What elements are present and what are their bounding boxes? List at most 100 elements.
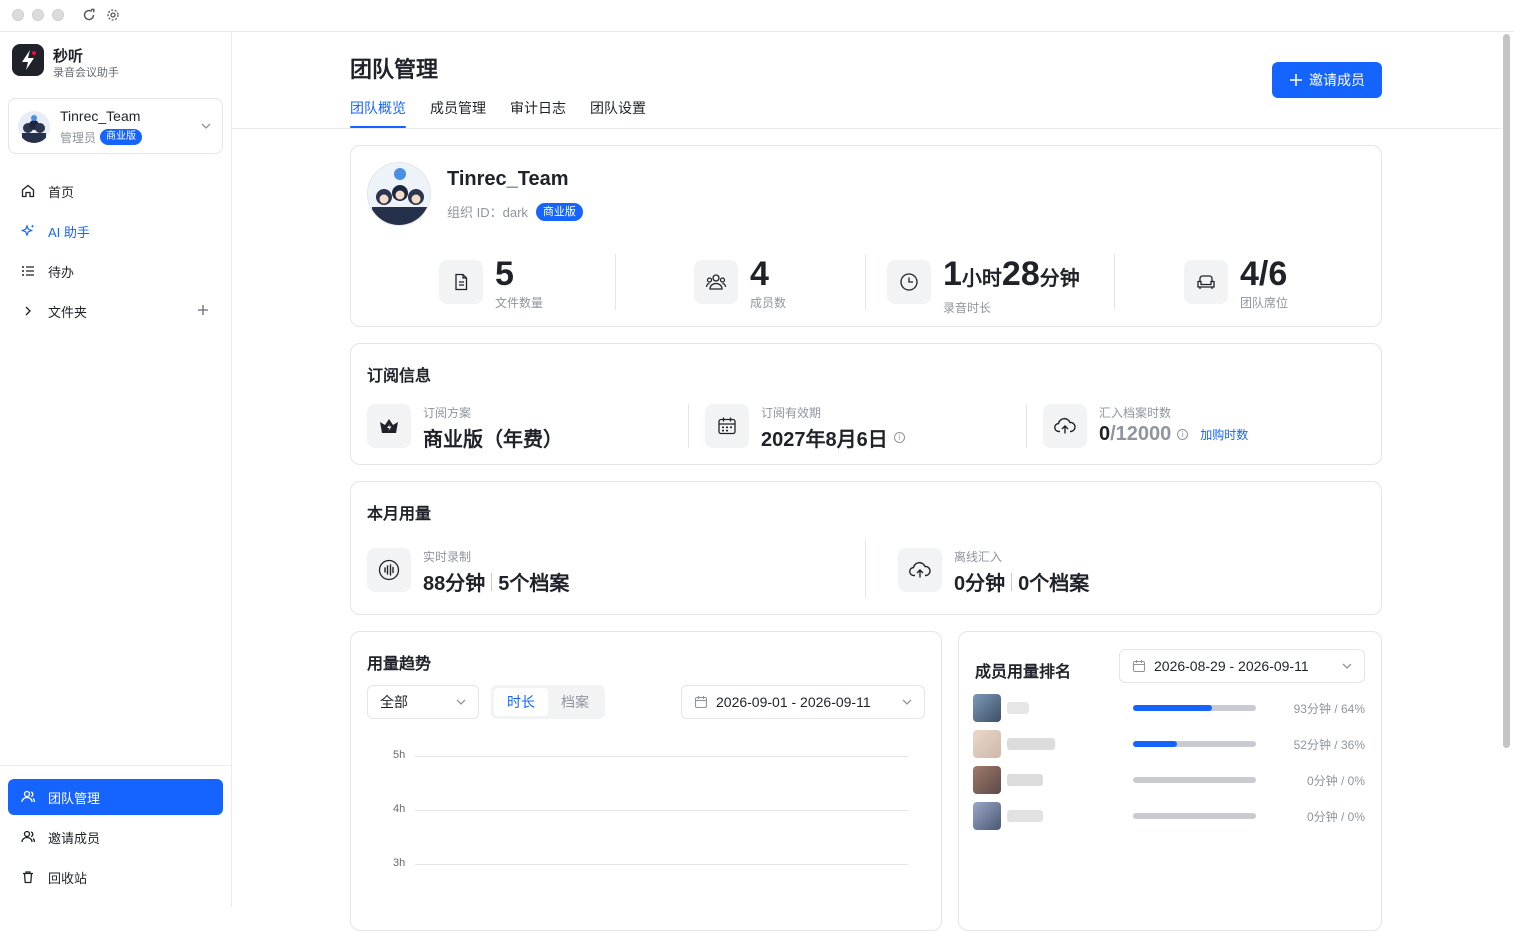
trend-date-range-picker[interactable]: 2026-09-01 - 2026-09-11 [681, 685, 925, 719]
invite-icon [20, 829, 36, 845]
trend-metric-toggle: 时长 档案 [491, 685, 605, 719]
subscription-import-hours: 汇入档案时数 0/12000 i 加购时数 [1043, 404, 1248, 448]
ranking-row: 0分钟 / 0% [973, 766, 1365, 794]
add-folder-icon[interactable] [197, 304, 209, 319]
cloud-upload-icon [1043, 404, 1087, 448]
stat-value: 1小时28分钟 [943, 254, 1080, 299]
plan-badge: 商业版 [100, 129, 142, 145]
tab-audit-log[interactable]: 审计日志 [510, 98, 566, 128]
ranking-row: 0分钟 / 0% [973, 802, 1365, 830]
subscription-expiry: 订阅有效期 2027年8月6日 i [705, 404, 905, 452]
app-name: 秒听 [53, 48, 84, 65]
sidebar-item-invite-members[interactable]: 邀请成员 [8, 819, 223, 855]
chevron-right-icon[interactable] [20, 303, 36, 319]
main-content: 团队管理 邀请成员 团队概览 成员管理 审计日志 团队设置 Tinrec_Tea… [232, 32, 1502, 931]
usage-bar-fill [1133, 741, 1178, 747]
offline-files: 0个档案 [1018, 573, 1090, 595]
import-used: 0 [1099, 423, 1111, 445]
org-id-value: dark [502, 205, 528, 220]
sidebar-item-folders[interactable]: 文件夹 [8, 293, 223, 329]
date-range-value: 2026-08-29 - 2026-09-11 [1154, 658, 1309, 674]
team-avatar [18, 111, 50, 143]
usage-offline-import: 离线汇入 0分钟 0个档案 [898, 548, 1089, 596]
sparkle-icon [20, 223, 36, 239]
trend-title: 用量趋势 [367, 656, 432, 673]
section-divider [1026, 404, 1027, 448]
tab-members[interactable]: 成员管理 [430, 98, 486, 128]
stat-label: 录音时长 [943, 301, 992, 315]
ranking-title: 成员用量排名 [975, 664, 1072, 681]
subscription-title: 订阅信息 [367, 368, 432, 385]
stat-value: 4 [750, 255, 769, 293]
window-minimize-button[interactable] [32, 9, 44, 21]
member-ranking-card: 成员用量排名 2026-08-29 - 2026-09-11 93分钟 / 64… [958, 631, 1382, 931]
member-avatar [973, 766, 1001, 794]
stat-seats: 4/6 团队席位 [1184, 254, 1288, 311]
chevron-down-icon [456, 699, 466, 705]
sidebar-item-trash[interactable]: 回收站 [8, 859, 223, 895]
usage-value: 0分钟 / 0% [1306, 773, 1365, 788]
info-icon[interactable]: i [1177, 429, 1189, 440]
team-icon [20, 789, 36, 805]
member-avatar [973, 730, 1001, 758]
sidebar-item-ai-assistant[interactable]: AI 助手 [8, 213, 223, 249]
usage-value: 93分钟 / 64% [1293, 701, 1365, 716]
sidebar-item-label: 邀请成员 [48, 830, 101, 846]
main-scrollbar[interactable] [1503, 34, 1510, 748]
import-label: 汇入档案时数 [1099, 406, 1172, 420]
plan-badge: 商业版 [535, 202, 583, 221]
list-icon [20, 263, 36, 279]
filter-value: 全部 [380, 694, 408, 710]
trend-filter-select[interactable]: 全部 [367, 685, 479, 719]
sidebar-item-label: 文件夹 [48, 304, 88, 320]
invite-member-button[interactable]: 邀请成员 [1272, 62, 1382, 98]
toggle-duration[interactable]: 时长 [494, 688, 548, 716]
clock-icon [887, 260, 931, 304]
chevron-down-icon [201, 123, 211, 129]
y-tick-label: 5h [393, 749, 406, 761]
crown-icon [367, 404, 411, 448]
sidebar-item-todo[interactable]: 待办 [8, 253, 223, 289]
tab-bar: 团队概览 成员管理 审计日志 团队设置 [350, 98, 670, 128]
member-avatar [973, 694, 1001, 722]
sidebar-item-label: 待办 [48, 264, 75, 280]
sidebar-item-team-management[interactable]: 团队管理 [8, 779, 223, 815]
ranking-date-range-picker[interactable]: 2026-08-29 - 2026-09-11 [1119, 649, 1365, 683]
calendar-icon [705, 404, 749, 448]
sidebar-item-home[interactable]: 首页 [8, 173, 223, 209]
toggle-files[interactable]: 档案 [548, 688, 602, 716]
ranking-row: 93分钟 / 64% [973, 694, 1365, 722]
stat-divider [615, 254, 616, 310]
expiry-label: 订阅有效期 [761, 406, 822, 420]
y-tick-label: 4h [393, 803, 406, 815]
member-name-blurred [1007, 810, 1043, 822]
tab-settings[interactable]: 团队设置 [590, 98, 646, 128]
stat-label: 成员数 [750, 296, 787, 310]
plan-value: 商业版（年费） [423, 429, 563, 451]
usage-bar-fill [1133, 705, 1212, 711]
sofa-icon [1184, 260, 1228, 304]
app-subtitle: 录音会议助手 [53, 67, 119, 79]
tab-overview[interactable]: 团队概览 [350, 98, 406, 128]
info-icon[interactable]: i [893, 432, 905, 443]
expiry-value: 2027年8月6日 [761, 429, 888, 451]
lightning-icon [22, 50, 36, 70]
app-logo [12, 44, 44, 76]
stat-value: 5 [495, 255, 514, 293]
stat-divider [865, 254, 866, 310]
usage-bar [1133, 813, 1256, 819]
refresh-icon[interactable] [82, 8, 96, 22]
window-close-button[interactable] [12, 9, 24, 21]
team-switcher[interactable]: Tinrec_Team 管理员 商业版 [8, 98, 223, 154]
buy-hours-link[interactable]: 加购时数 [1200, 426, 1248, 443]
stat-members: 4 成员数 [694, 254, 786, 311]
org-avatar [367, 162, 431, 226]
stat-divider [1114, 254, 1115, 310]
monthly-usage-card: 本月用量 实时录制 88分钟 5个档案 离线汇入 0分钟 0个档案 [350, 481, 1382, 615]
sidebar-item-label: 回收站 [48, 870, 88, 886]
window-zoom-button[interactable] [52, 9, 64, 21]
settings-gear-icon[interactable] [106, 8, 120, 22]
stat-files: 5 文件数量 [439, 254, 543, 311]
team-name: Tinrec_Team [60, 108, 141, 124]
realtime-files: 5个档案 [498, 573, 570, 595]
